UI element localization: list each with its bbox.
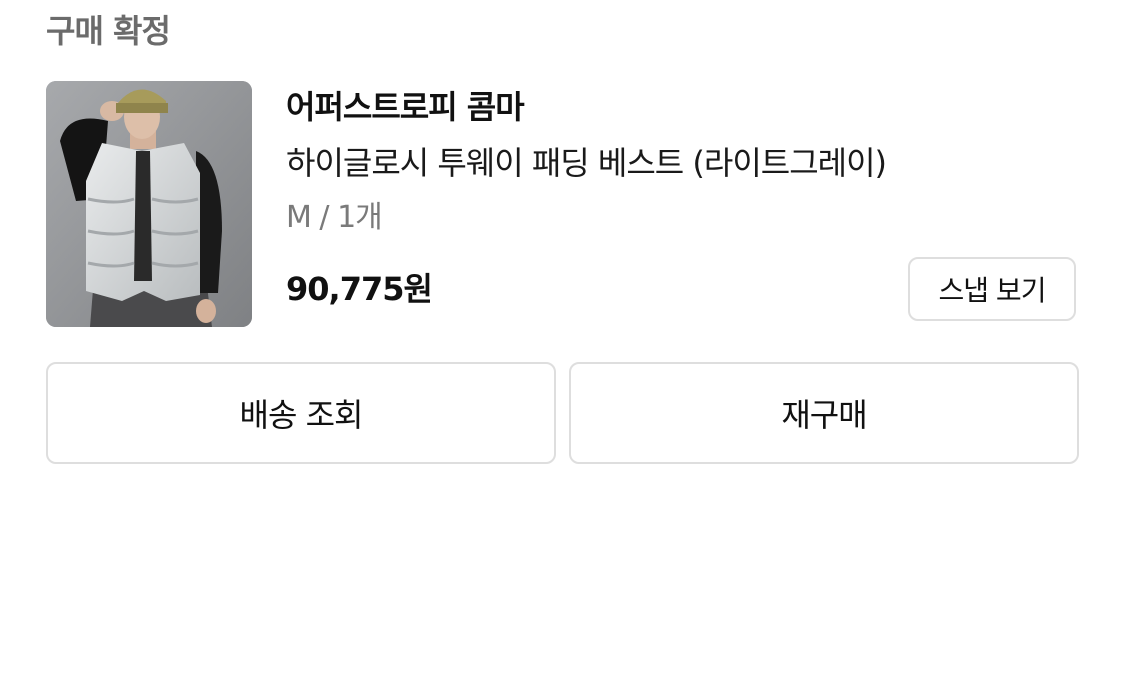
snap-view-button[interactable]: 스냅 보기 [908,257,1076,321]
product-photo [46,81,252,327]
product-name[interactable]: 하이글로시 투웨이 패딩 베스트 (라이트그레이) [286,140,1086,186]
product-option: M / 1개 [286,200,383,235]
product-price: 90,775원 [286,270,433,308]
order-status-label: 구매 확정 [46,12,171,50]
rebuy-button[interactable]: 재구매 [569,362,1079,464]
brand-name[interactable]: 어퍼스트로피 콤마 [286,84,1086,130]
product-thumbnail[interactable] [46,81,252,327]
track-delivery-button[interactable]: 배송 조회 [46,362,556,464]
product-info[interactable]: 어퍼스트로피 콤마 하이글로시 투웨이 패딩 베스트 (라이트그레이) M / … [286,84,1086,240]
